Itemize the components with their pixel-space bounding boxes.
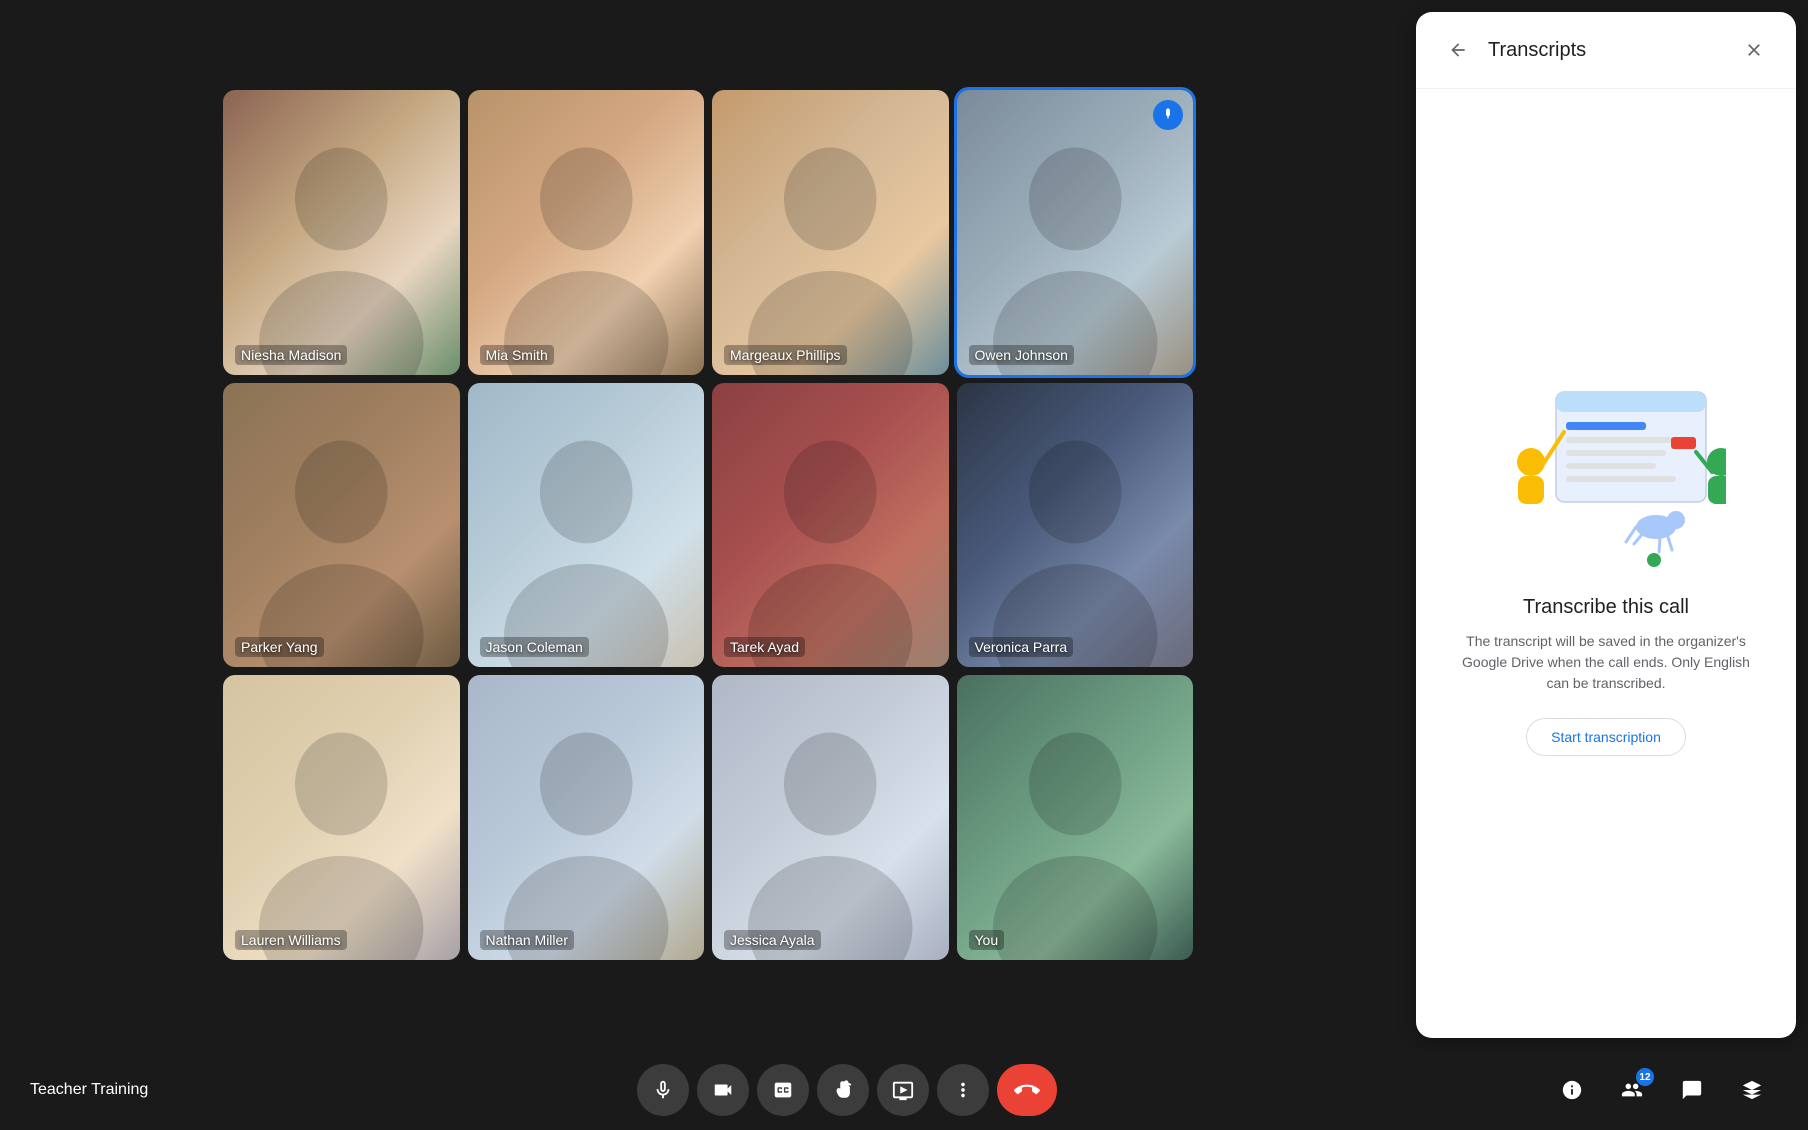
video-tile-nathan[interactable]: Nathan Miller bbox=[468, 675, 705, 960]
participant-name-you: You bbox=[969, 930, 1005, 950]
participant-name-mia: Mia Smith bbox=[480, 345, 554, 365]
toolbar-left: Teacher Training bbox=[30, 1081, 148, 1099]
meeting-title: Teacher Training bbox=[30, 1081, 148, 1099]
participant-name-niesha: Niesha Madison bbox=[235, 345, 347, 365]
participant-name-jason: Jason Coleman bbox=[480, 637, 589, 657]
video-tile-niesha[interactable]: Niesha Madison bbox=[223, 90, 460, 375]
chat-button[interactable] bbox=[1666, 1064, 1718, 1116]
participant-name-parker: Parker Yang bbox=[235, 637, 324, 657]
participant-name-jessica: Jessica Ayala bbox=[724, 930, 821, 950]
transcription-illustration bbox=[1486, 372, 1726, 572]
transcript-panel: Transcripts bbox=[1416, 12, 1796, 1038]
camera-button[interactable] bbox=[697, 1064, 749, 1116]
activities-button[interactable] bbox=[1726, 1064, 1778, 1116]
participant-name-lauren: Lauren Williams bbox=[235, 930, 347, 950]
toolbar-center bbox=[637, 1064, 1057, 1116]
end-call-button[interactable] bbox=[997, 1064, 1057, 1116]
participant-name-nathan: Nathan Miller bbox=[480, 930, 574, 950]
video-tile-jessica[interactable]: Jessica Ayala bbox=[712, 675, 949, 960]
panel-title: Transcripts bbox=[1488, 39, 1586, 62]
video-tile-margeaux[interactable]: Margeaux Phillips bbox=[712, 90, 949, 375]
transcribe-description: The transcript will be saved in the orga… bbox=[1456, 631, 1756, 694]
toolbar: Teacher Training bbox=[0, 1050, 1808, 1130]
video-tile-jason[interactable]: Jason Coleman bbox=[468, 383, 705, 668]
video-grid-container: Niesha Madison Mia Smith Margeaux Phillips… bbox=[0, 0, 1416, 1050]
more-options-button[interactable] bbox=[937, 1064, 989, 1116]
participant-name-margeaux: Margeaux Phillips bbox=[724, 345, 847, 365]
info-button[interactable] bbox=[1546, 1064, 1598, 1116]
participant-name-owen: Owen Johnson bbox=[969, 345, 1074, 365]
video-tile-mia[interactable]: Mia Smith bbox=[468, 90, 705, 375]
panel-header-left: Transcripts bbox=[1440, 32, 1586, 68]
transcribe-title: Transcribe this call bbox=[1523, 596, 1689, 619]
participant-name-veronica: Veronica Parra bbox=[969, 637, 1074, 657]
captions-button[interactable] bbox=[757, 1064, 809, 1116]
video-tile-owen[interactable]: Owen Johnson bbox=[957, 90, 1194, 375]
start-transcription-button[interactable]: Start transcription bbox=[1526, 718, 1686, 756]
panel-content: Transcribe this call The transcript will… bbox=[1416, 89, 1796, 1038]
video-tile-veronica[interactable]: Veronica Parra bbox=[957, 383, 1194, 668]
raise-hand-button[interactable] bbox=[817, 1064, 869, 1116]
video-tile-parker[interactable]: Parker Yang bbox=[223, 383, 460, 668]
video-grid: Niesha Madison Mia Smith Margeaux Phillips… bbox=[223, 90, 1193, 960]
video-tile-lauren[interactable]: Lauren Williams bbox=[223, 675, 460, 960]
video-tile-tarek[interactable]: Tarek Ayad bbox=[712, 383, 949, 668]
people-button[interactable]: 12 bbox=[1606, 1064, 1658, 1116]
toolbar-right: 12 bbox=[1546, 1064, 1778, 1116]
close-button[interactable] bbox=[1736, 32, 1772, 68]
panel-header: Transcripts bbox=[1416, 12, 1796, 89]
mic-badge-owen bbox=[1153, 100, 1183, 130]
present-button[interactable] bbox=[877, 1064, 929, 1116]
participant-name-tarek: Tarek Ayad bbox=[724, 637, 805, 657]
microphone-button[interactable] bbox=[637, 1064, 689, 1116]
participants-badge: 12 bbox=[1636, 1068, 1654, 1086]
video-tile-you[interactable]: You bbox=[957, 675, 1194, 960]
back-button[interactable] bbox=[1440, 32, 1476, 68]
